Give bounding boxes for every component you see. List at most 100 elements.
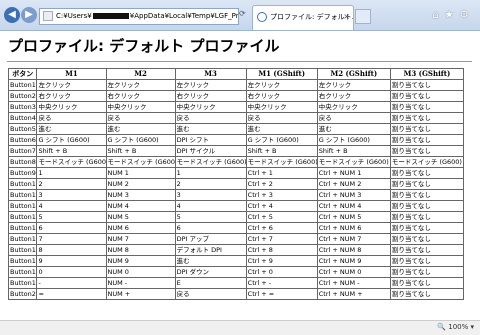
assignment-cell: 割り当てなし [389, 178, 465, 190]
column-header: M1 (GShift) [245, 68, 318, 80]
button-name-cell: Button3 [7, 101, 38, 113]
assignment-cell: Ctrl + 8 [245, 244, 318, 256]
button-name-cell: Button18 [7, 266, 38, 278]
assignment-cell: 戻る [245, 112, 318, 124]
assignment-cell: 1 [36, 167, 107, 179]
zoom-control[interactable]: 🔍 100% ▾ [437, 323, 474, 331]
new-tab-button[interactable] [355, 9, 371, 24]
assignment-cell: Ctrl + 9 [245, 255, 318, 267]
tab-profile[interactable]: プロファイル: デフォルト… × [252, 5, 354, 30]
assignment-cell: Ctrl + 1 [245, 167, 318, 179]
assignment-cell: G シフト (G600) [316, 134, 391, 146]
assignment-cell: 割り当てなし [389, 266, 465, 278]
assignment-cell: Ctrl + NUM - [316, 277, 391, 289]
assignment-cell: Ctrl + 3 [245, 189, 318, 201]
assignment-cell: デフォルト DPI [174, 244, 247, 256]
assignment-cell: DPI ダウン [174, 266, 247, 278]
button-name-cell: Button11 [7, 189, 38, 201]
assignment-cell: Shift + B [105, 145, 176, 157]
address-prefix: C:¥Users¥ [56, 12, 92, 20]
table-header-row: ボタン M1 M2 M3 M1 (GShift) M2 (GShift) M3 … [7, 68, 465, 80]
assignment-cell: 8 [36, 244, 107, 256]
assignment-cell: 4 [36, 200, 107, 212]
address-suffix: ¥AppData¥Local¥Temp¥LGF_Printo [129, 12, 239, 20]
assignment-cell: Ctrl + - [245, 277, 318, 289]
column-header: M3 (GShift) [389, 68, 465, 80]
assignment-cell: NUM 9 [105, 255, 176, 267]
assignment-cell: 右クリック [316, 90, 391, 102]
assignment-cell: Shift + B [245, 145, 318, 157]
table-row: Button1 左クリック 左クリック 左クリック 左クリック 左クリック 割り当てなし [7, 79, 465, 91]
assignment-cell: NUM + [105, 288, 176, 300]
browser-chrome: ◀ ▶ C:¥Users¥ ¥AppData¥Local¥Temp¥LGF_Pri… [0, 0, 480, 31]
assignment-cell: モードスイッチ (G600) [36, 156, 107, 168]
assignment-cell: 左クリック [105, 79, 176, 91]
assignment-cell: Ctrl + NUM 6 [316, 222, 391, 234]
assignment-cell: NUM - [105, 277, 176, 289]
assignment-cell: モードスイッチ (G600) [174, 156, 247, 168]
button-name-cell: Button9 [7, 167, 38, 179]
button-name-cell: Button2 [7, 90, 38, 102]
assignment-cell: 割り当てなし [389, 288, 465, 300]
assignment-cell: NUM 1 [105, 167, 176, 179]
settings-icon[interactable]: ⚙ [459, 8, 474, 21]
assignment-cell: 進む [174, 255, 247, 267]
redacted-username [92, 13, 129, 19]
assignment-cell: 割り当てなし [389, 222, 465, 234]
assignment-cell: 2 [174, 178, 247, 190]
assignment-cell: 進む [105, 123, 176, 135]
assignment-cell: 左クリック [245, 79, 318, 91]
home-icon[interactable]: ⌂ [432, 8, 444, 21]
assignment-cell: モードスイッチ (G600) [105, 156, 176, 168]
button-name-cell: Button17 [7, 255, 38, 267]
button-name-cell: Button5 [7, 123, 38, 135]
assignment-cell: 割り当てなし [389, 134, 465, 146]
assignment-cell: Shift + B [36, 145, 107, 157]
tab-title: プロファイル: デフォルト… [270, 13, 354, 21]
assignment-cell: 中央クリック [105, 101, 176, 113]
assignment-cell: 割り当てなし [389, 255, 465, 267]
assignment-cell: 戻る [316, 112, 391, 124]
button-name-cell: Button8 [7, 156, 38, 168]
button-name-cell: Button14 [7, 222, 38, 234]
assignment-cell: 0 [36, 266, 107, 278]
favorites-icon[interactable]: ★ [444, 8, 459, 21]
table-row: Button146NUM 66Ctrl + 6Ctrl + NUM 6割り当てな… [7, 222, 465, 234]
tab-close-icon[interactable]: × [343, 6, 350, 28]
ie-icon [257, 12, 267, 22]
assignment-cell: Ctrl + NUM 0 [316, 266, 391, 278]
refresh-icon[interactable]: ⟳ [239, 9, 246, 18]
button-name-cell: Button20 [7, 288, 38, 300]
toolbar-icons: ⌂★⚙ [432, 8, 474, 21]
assignment-cell: Ctrl + NUM 4 [316, 200, 391, 212]
table-row: Button180NUM 0DPI ダウンCtrl + 0Ctrl + NUM … [7, 266, 465, 278]
back-button[interactable]: ◀ [4, 7, 20, 23]
column-header: M2 (GShift) [316, 68, 391, 80]
assignment-cell: 戻る [105, 112, 176, 124]
assignment-cell: 中央クリック [316, 101, 391, 113]
table-row: Button6 G シフト (G600) G シフト (G600) DPI シフト G … [7, 134, 465, 146]
assignment-cell: 中央クリック [174, 101, 247, 113]
assignment-cell: 割り当てなし [389, 233, 465, 245]
assignment-cell: 右クリック [36, 90, 107, 102]
button-name-cell: Button19 [7, 277, 38, 289]
assignment-cell: 割り当てなし [389, 200, 465, 212]
assignment-cell: 割り当てなし [389, 90, 465, 102]
assignment-cell: 左クリック [36, 79, 107, 91]
assignment-cell: 戻る [174, 288, 247, 300]
assignment-cell: 5 [174, 211, 247, 223]
button-name-cell: Button13 [7, 211, 38, 223]
table-row: Button5 進む 進む 進む 進む 進む 割り当てなし [7, 123, 465, 135]
assignment-cell: 右クリック [105, 90, 176, 102]
assignment-cell: モードスイッチ (G600) [389, 156, 465, 168]
assignment-cell: Ctrl + 7 [245, 233, 318, 245]
button-name-cell: Button15 [7, 233, 38, 245]
address-bar[interactable]: C:¥Users¥ ¥AppData¥Local¥Temp¥LGF_Printo [39, 8, 239, 25]
assignment-cell: G シフト (G600) [245, 134, 318, 146]
button-name-cell: Button16 [7, 244, 38, 256]
table-row: Button157NUM 7DPI アップCtrl + 7Ctrl + NUM … [7, 233, 465, 245]
table-row: Button124NUM 44Ctrl + 4Ctrl + NUM 4割り当てな… [7, 200, 465, 212]
assignment-cell: 割り当てなし [389, 79, 465, 91]
forward-button[interactable]: ▶ [21, 7, 37, 23]
table-body: Button1 左クリック 左クリック 左クリック 左クリック 左クリック 割り当てなし Bu… [7, 79, 465, 300]
